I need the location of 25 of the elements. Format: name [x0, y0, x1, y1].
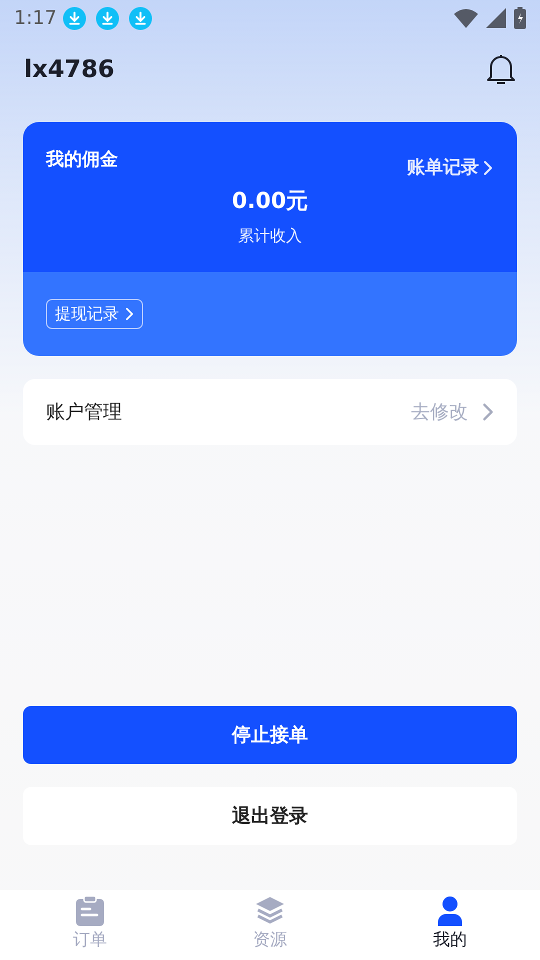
amount: 0.00元: [232, 189, 308, 214]
wifi-icon: [454, 8, 478, 28]
download-icon: [96, 6, 119, 30]
tab[interactable]: 我的: [360, 890, 540, 960]
clipboard-icon: [76, 896, 104, 926]
download-icon: [62, 6, 86, 30]
layers-icon: [255, 896, 285, 926]
card-title: 我的佣金: [46, 148, 118, 172]
amount-label: 累计收入: [237, 225, 303, 247]
status-time: 1:17: [14, 6, 57, 31]
chevron-icon: [482, 402, 494, 422]
username: lx4786: [24, 54, 115, 85]
download-icon: [128, 6, 152, 30]
bill-record-link[interactable]: 账单记录: [407, 154, 493, 181]
logout-button[interactable]: 退出登录: [23, 787, 517, 845]
person-icon: [436, 896, 464, 926]
battery-icon: [514, 7, 526, 29]
signal-icon: [486, 8, 506, 28]
bell-icon[interactable]: [486, 53, 516, 85]
account-row[interactable]: 账户管理 去修改: [23, 379, 517, 445]
account-label: 账户管理: [46, 400, 122, 425]
withdraw-record-button[interactable]: 提现记录: [46, 299, 143, 329]
chevron-icon: [125, 307, 134, 321]
chevron-icon: [483, 160, 493, 176]
stop-orders-button[interactable]: 停止接单: [23, 706, 517, 764]
